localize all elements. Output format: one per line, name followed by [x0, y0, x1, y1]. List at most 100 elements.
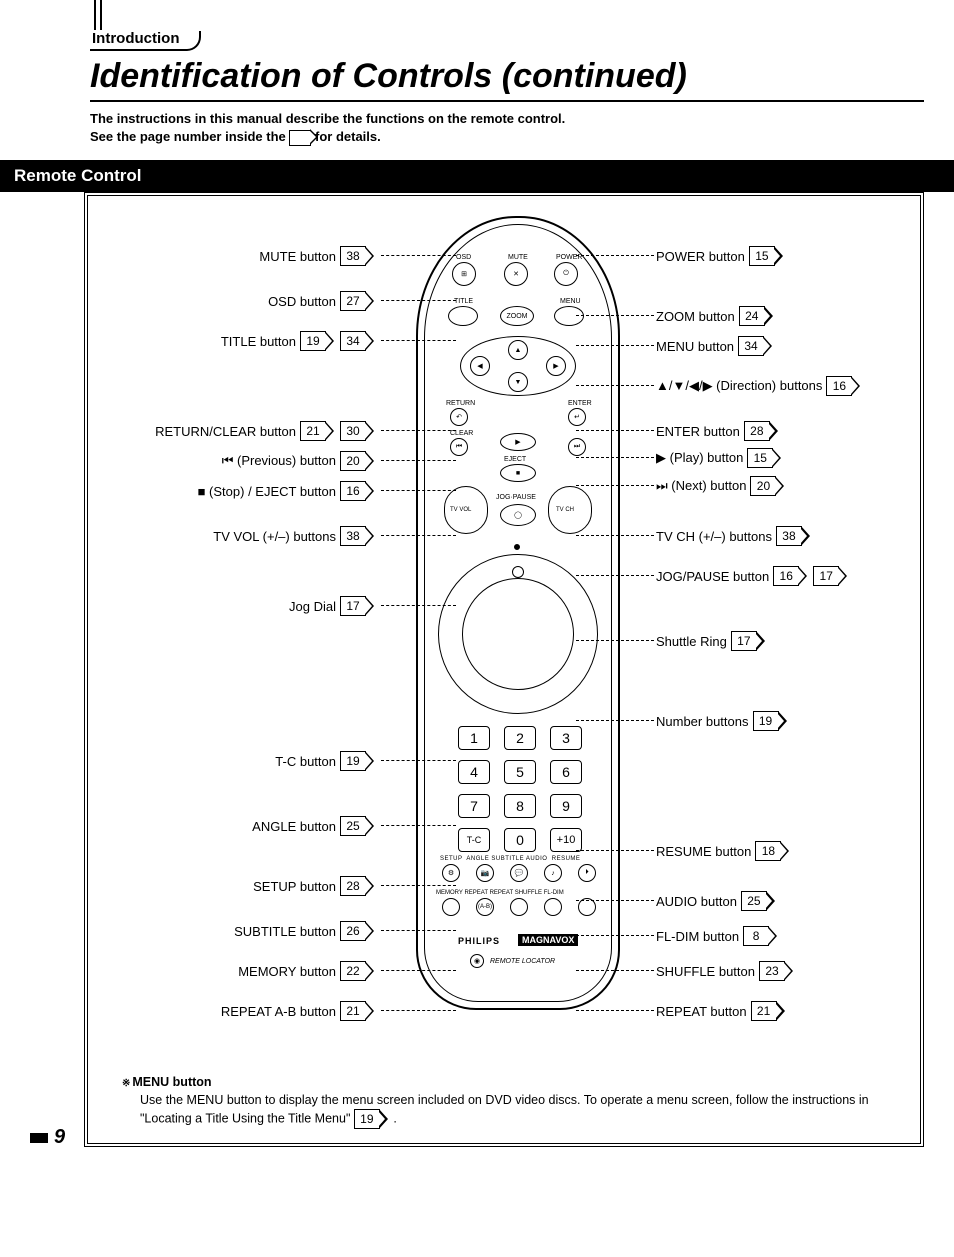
pageref: 26: [340, 921, 366, 941]
callout-right: MENU button34: [656, 336, 774, 356]
callout-label: RESUME button: [656, 844, 751, 859]
callout-label: MENU button: [656, 339, 734, 354]
pageref: 38: [776, 526, 802, 546]
section-bar: Remote Control: [0, 160, 954, 192]
callout-left: RETURN/CLEAR button2130: [106, 421, 376, 441]
leader-line: [576, 485, 654, 486]
mute-label: MUTE: [508, 254, 528, 261]
callout-label: TV CH (+/–) buttons: [656, 529, 772, 544]
enter-label: ENTER: [568, 400, 592, 407]
pageref: 19: [753, 711, 779, 731]
leader-line: [381, 255, 456, 256]
num-3[interactable]: 3: [550, 726, 582, 750]
callout-label: ZOOM button: [656, 309, 735, 324]
num-0[interactable]: 0: [504, 828, 536, 852]
leader-line: [381, 885, 456, 886]
pageref: 23: [759, 961, 785, 981]
instructions-line2b: for details.: [315, 129, 381, 144]
callout-left: SUBTITLE button 26: [106, 921, 376, 941]
jog-dial[interactable]: [462, 578, 574, 690]
callout-left: SETUP button28: [106, 876, 376, 896]
callout-right: Number buttons19: [656, 711, 789, 731]
num-8[interactable]: 8: [504, 794, 536, 818]
page-top-rule: [94, 0, 102, 30]
callout-label: RETURN/CLEAR button: [155, 424, 296, 439]
footnote-title: MENU button: [122, 1075, 212, 1089]
callout-label: ENTER button: [656, 424, 740, 439]
tvvol-label: TV VOL: [450, 507, 471, 513]
callout-right: TV CH (+/–) buttons 38: [656, 526, 812, 546]
pageref: 28: [340, 876, 366, 896]
plus10-button[interactable]: +10: [550, 828, 582, 852]
callout-left: T-C button19: [106, 751, 376, 771]
leader-line: [381, 300, 456, 301]
clear-label: CLEAR: [450, 430, 473, 437]
pageref: 20: [750, 476, 776, 496]
instructions-line2a: See the page number inside the: [90, 129, 289, 144]
eject-label: EJECT: [504, 456, 526, 463]
pageref: 16: [340, 481, 366, 501]
pageref: 22: [340, 961, 366, 981]
remote-outline: OSD ⊞ MUTE ✕ POWER ⏻ TITLE ZOOM MENU ▲ ▼…: [416, 216, 620, 1010]
tvch-label: TV CH: [556, 507, 574, 513]
callout-right: ▲/▼/◀/▶ (Direction) buttons16: [656, 376, 862, 396]
num-6[interactable]: 6: [550, 760, 582, 784]
callout-label: SUBTITLE button: [234, 924, 336, 939]
callout-label: ANGLE button: [252, 819, 336, 834]
leader-line: [381, 340, 456, 341]
leader-line: [576, 970, 654, 971]
pageref: 8: [743, 926, 769, 946]
callout-label: Jog Dial: [289, 599, 336, 614]
callout-label: Shuttle Ring: [656, 634, 727, 649]
callout-right: Shuttle Ring 17: [656, 631, 767, 651]
callout-left: TITLE button1934: [106, 331, 376, 351]
remote-diagram: OSD ⊞ MUTE ✕ POWER ⏻ TITLE ZOOM MENU ▲ ▼…: [106, 226, 902, 1056]
locator-label: REMOTE LOCATOR: [490, 958, 555, 965]
leader-line: [576, 345, 654, 346]
callout-left: MUTE button38: [106, 246, 376, 266]
num-1[interactable]: 1: [458, 726, 490, 750]
leader-line: [381, 930, 456, 931]
callout-left: MEMORY button22: [106, 961, 376, 981]
pageref: 15: [749, 246, 775, 266]
pageref: 20: [340, 451, 366, 471]
callout-left: TV VOL (+/–) buttons38: [106, 526, 376, 546]
instructions-line1: The instructions in this manual describe…: [90, 111, 565, 126]
num-4[interactable]: 4: [458, 760, 490, 784]
pageref: 21: [300, 421, 326, 441]
callout-label: REPEAT A-B button: [221, 1004, 336, 1019]
title-label: TITLE: [454, 298, 473, 305]
callout-right: POWER button15: [656, 246, 785, 266]
footnote-body-b: .: [393, 1112, 396, 1126]
callout-label: ▲/▼/◀/▶ (Direction) buttons: [656, 378, 822, 394]
intro-tab: Introduction: [90, 30, 187, 51]
callout-label: AUDIO button: [656, 894, 737, 909]
num-2[interactable]: 2: [504, 726, 536, 750]
leader-line: [576, 720, 654, 721]
tc-button[interactable]: T-C: [458, 828, 490, 852]
callout-right: REPEAT button21: [656, 1001, 787, 1021]
num-5[interactable]: 5: [504, 760, 536, 784]
leader-line: [576, 900, 654, 901]
leader-line: [576, 430, 654, 431]
osd-label: OSD: [456, 254, 471, 261]
leader-line: [576, 935, 654, 936]
pageref: 17: [731, 631, 757, 651]
callout-left: OSD button27: [106, 291, 376, 311]
leader-line: [576, 575, 654, 576]
callout-right: RESUME button18: [656, 841, 791, 861]
leader-line: [576, 535, 654, 536]
leader-line: [576, 850, 654, 851]
num-9[interactable]: 9: [550, 794, 582, 818]
num-7[interactable]: 7: [458, 794, 490, 818]
pageref: 38: [340, 526, 366, 546]
pageref: 21: [751, 1001, 777, 1021]
row2-labels: MEMORY REPEAT REPEAT SHUFFLE FL-DIM: [436, 890, 564, 896]
leader-line: [576, 255, 654, 256]
leader-line: [381, 605, 456, 606]
leader-line: [576, 457, 654, 458]
pageref-symbol-icon: [289, 130, 311, 146]
callout-left: REPEAT A-B button21: [106, 1001, 376, 1021]
leader-line: [576, 385, 654, 386]
callout-right: JOG/PAUSE button1617: [656, 566, 849, 586]
